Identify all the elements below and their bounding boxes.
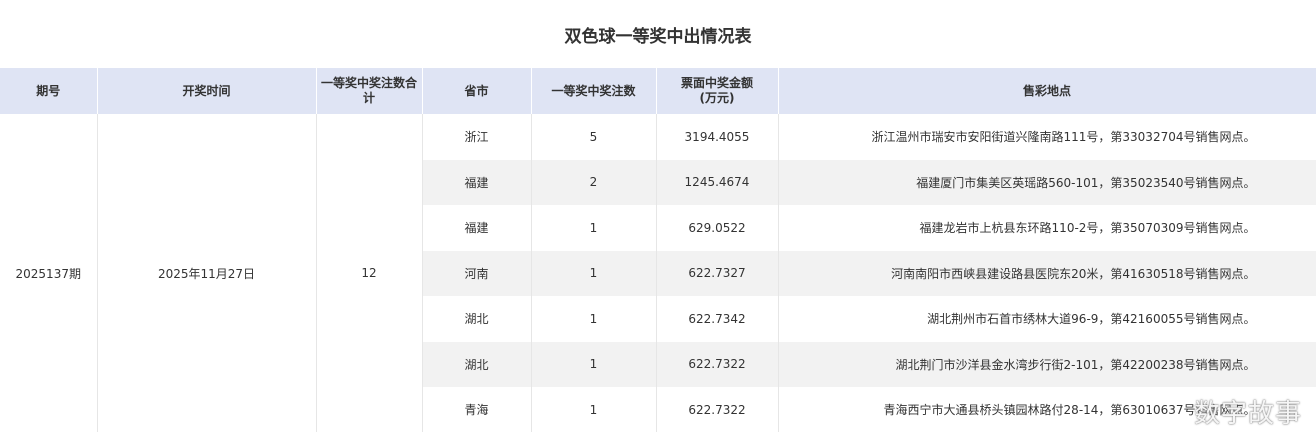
count-cell: 1 [531, 387, 657, 432]
amount-cell: 622.7342 [656, 296, 779, 342]
amount-cell: 622.7322 [656, 387, 779, 432]
count-cell: 5 [531, 114, 657, 160]
issue-cell: 2025137期 [0, 114, 98, 432]
province-cell: 湖北 [422, 296, 532, 342]
count-cell: 1 [531, 205, 657, 251]
page: 双色球一等奖中出情况表 期号 开奖时间 一等奖中奖注数合计 省市 一等奖中奖注数… [0, 0, 1316, 432]
province-cell: 福建 [422, 159, 532, 205]
table-row: 2025137期 2025年11月27日 12 浙江 5 3194.4055 浙… [0, 114, 1316, 432]
province-cell: 浙江 [422, 114, 532, 160]
amount-cell: 1245.4674 [656, 159, 779, 205]
header-province: 省市 [422, 68, 532, 114]
location-cell: 湖北荆门市沙洋县金水湾步行街2-101，第42200238号销售网点。 [778, 341, 1316, 387]
winners-table: 期号 开奖时间 一等奖中奖注数合计 省市 一等奖中奖注数 票面中奖金额 (万元)… [0, 68, 1316, 432]
province-cell: 河南 [422, 250, 532, 296]
province-cell: 青海 [422, 387, 532, 432]
header-amount: 票面中奖金额 (万元) [656, 68, 779, 114]
count-cell: 2 [531, 159, 657, 205]
location-cell: 浙江温州市瑞安市安阳街道兴隆南路111号，第33032704号销售网点。 [778, 114, 1316, 160]
amount-cell: 3194.4055 [656, 114, 779, 160]
count-cell: 1 [531, 296, 657, 342]
header-location: 售彩地点 [778, 68, 1316, 114]
location-cell: 河南南阳市西峡县建设路县医院东20米，第41630518号销售网点。 [778, 250, 1316, 296]
amount-cell: 622.7327 [656, 250, 779, 296]
header-total-winners: 一等奖中奖注数合计 [316, 68, 423, 114]
location-cell: 福建龙岩市上杭县东环路110-2号，第35070309号销售网点。 [778, 205, 1316, 251]
total-winners-cell: 12 [316, 114, 423, 432]
amount-cell: 629.0522 [656, 205, 779, 251]
amount-cell: 622.7322 [656, 341, 779, 387]
table-header-row: 期号 开奖时间 一等奖中奖注数合计 省市 一等奖中奖注数 票面中奖金额 (万元)… [0, 68, 1316, 114]
header-draw-date: 开奖时间 [97, 68, 317, 114]
count-cell: 1 [531, 250, 657, 296]
count-cell: 1 [531, 341, 657, 387]
location-cell: 福建厦门市集美区英瑶路560-101，第35023540号销售网点。 [778, 159, 1316, 205]
watermark: 数字故事 [1193, 399, 1302, 429]
header-issue: 期号 [0, 68, 98, 114]
province-cell: 福建 [422, 205, 532, 251]
location-cell: 湖北荆州市石首市绣林大道96-9，第42160055号销售网点。 [778, 296, 1316, 342]
province-cell: 湖北 [422, 341, 532, 387]
header-winner-count: 一等奖中奖注数 [531, 68, 657, 114]
page-title: 双色球一等奖中出情况表 [564, 26, 752, 47]
draw-date-cell: 2025年11月27日 [97, 114, 317, 432]
